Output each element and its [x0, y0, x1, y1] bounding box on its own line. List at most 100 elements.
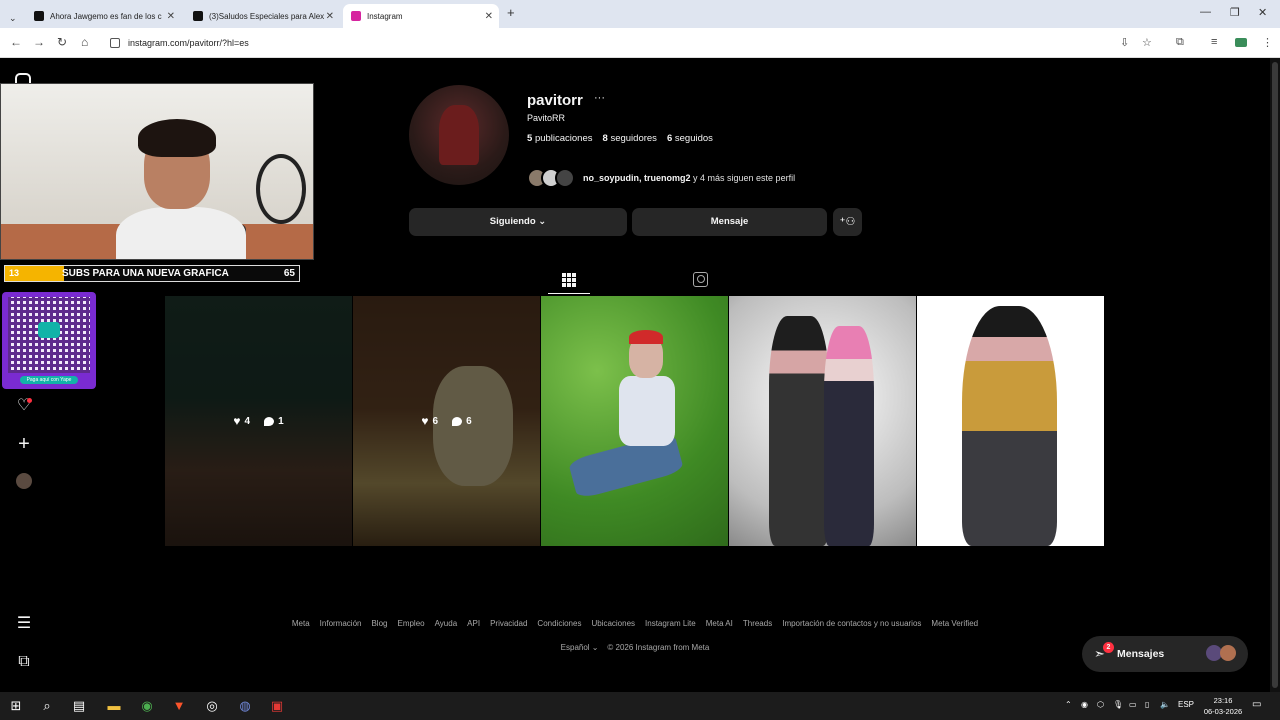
obs-icon[interactable]: ◎: [204, 698, 220, 714]
browser-tab-3[interactable]: Instagram ✕: [343, 4, 499, 28]
media-icon[interactable]: ≡: [1211, 36, 1217, 48]
network-icon[interactable]: ▭: [1129, 700, 1137, 709]
profile-options-icon[interactable]: ···: [594, 92, 605, 104]
tray-app-icon[interactable]: ⬡: [1097, 700, 1104, 709]
footer-link[interactable]: Ubicaciones: [591, 619, 635, 628]
site-info-icon[interactable]: [110, 38, 120, 48]
battery-icon[interactable]: ▯: [1145, 700, 1149, 709]
comments-count: 6: [466, 415, 472, 427]
install-app-icon[interactable]: ⇩: [1120, 36, 1129, 49]
create-plus-icon[interactable]: +: [15, 434, 33, 454]
search-icon[interactable]: ⌕: [39, 698, 55, 714]
profile-full-name: PavitoRR: [527, 113, 566, 123]
posts-grid-icon[interactable]: [562, 273, 576, 287]
threads-apps-icon[interactable]: ⧉: [15, 653, 33, 671]
forward-icon[interactable]: →: [33, 35, 45, 49]
close-tab-icon[interactable]: ✕: [326, 11, 334, 22]
clock-date: 06-03-2026: [1203, 707, 1243, 716]
comment-icon: [264, 416, 275, 426]
language-indicator[interactable]: ESP: [1178, 700, 1194, 709]
minimize-icon[interactable]: —: [1200, 6, 1211, 18]
menu-icon[interactable]: ⋮: [1262, 36, 1273, 49]
scrollbar[interactable]: [1270, 58, 1280, 692]
windows-taskbar: ⊞ ⌕ ▤ ▬ ◉ ▼ ◎ ◍ ▣ ⌃ ◉ ⬡ 🎙 ▭ ▯ 🔈 ESP 23:1…: [0, 692, 1280, 720]
cam-exercise-bike: [256, 154, 306, 224]
extensions-icon[interactable]: ⧉: [1176, 36, 1184, 49]
tray-app-icon[interactable]: ◉: [1081, 700, 1088, 709]
footer-link[interactable]: Meta Verified: [931, 619, 978, 628]
cam-shirt: [116, 207, 246, 259]
profile-icon[interactable]: [1235, 38, 1247, 47]
notifications-icon[interactable]: ▭: [1252, 699, 1261, 710]
new-tab-icon[interactable]: +: [507, 5, 515, 20]
home-icon[interactable]: ⌂: [81, 35, 88, 49]
tagged-icon[interactable]: [693, 272, 708, 287]
post-likes: ♥ 6: [421, 414, 438, 428]
footer-link[interactable]: Meta: [292, 619, 310, 628]
close-window-icon[interactable]: ✕: [1258, 6, 1267, 19]
footer-link[interactable]: Información: [320, 619, 362, 628]
bookmark-star-icon[interactable]: ☆: [1142, 36, 1152, 49]
post-2[interactable]: ♥ 6 6: [353, 296, 540, 546]
heart-icon: ♥: [233, 414, 241, 428]
post-3[interactable]: [541, 296, 728, 546]
instagram-icon: [351, 11, 361, 21]
url-field[interactable]: instagram.com/pavitorr/?hl=es: [104, 33, 1104, 53]
followers-count: 8: [602, 133, 608, 144]
brave-icon[interactable]: ▼: [171, 698, 187, 714]
followed-by-text: no_soypudin, truenomg2 y 4 más siguen es…: [583, 173, 795, 183]
language-select[interactable]: Español ⌄: [561, 643, 599, 652]
footer-link[interactable]: Importación de contactos y no usuarios: [782, 619, 921, 628]
app-icon[interactable]: ▣: [269, 698, 285, 714]
task-view-icon[interactable]: ▤: [71, 698, 87, 714]
microphone-icon[interactable]: 🎙: [1113, 700, 1123, 709]
chat-avatar: [1220, 645, 1236, 661]
clock[interactable]: 23:16 06-03-2026: [1200, 695, 1246, 717]
footer-link[interactable]: Meta AI: [706, 619, 733, 628]
tray-chevron-icon[interactable]: ⌃: [1065, 700, 1072, 709]
footer-link[interactable]: Ayuda: [435, 619, 458, 628]
close-tab-icon[interactable]: ✕: [485, 11, 493, 22]
browser-tab-bar: ⌄ Ahora Jawgemo es fan de los c ✕ (3)Sal…: [0, 0, 1280, 28]
sub-goal-text: SUBS PARA UNA NUEVA GRAFICA: [62, 268, 229, 279]
clock-time: 23:16: [1213, 696, 1233, 705]
windows-start-icon[interactable]: ⊞: [8, 698, 24, 714]
back-icon[interactable]: ←: [10, 35, 22, 49]
footer-link[interactable]: Empleo: [397, 619, 424, 628]
post-4[interactable]: [729, 296, 916, 546]
volume-icon[interactable]: 🔈: [1160, 700, 1170, 709]
post-1[interactable]: ♥ 4 1: [165, 296, 352, 546]
tab-list-chevron-icon[interactable]: ⌄: [4, 6, 22, 30]
reload-icon[interactable]: ↻: [57, 35, 67, 49]
restore-icon[interactable]: ❐: [1230, 6, 1240, 19]
profile-avatar-icon[interactable]: [16, 473, 32, 489]
sub-goal-target: 65: [283, 268, 295, 279]
post-5[interactable]: [917, 296, 1104, 546]
posts-stat: 5 publicaciones: [527, 133, 593, 144]
chrome-icon[interactable]: ◉: [139, 698, 155, 714]
post-comments: 1: [264, 414, 284, 428]
add-user-icon[interactable]: ⁺⚇: [833, 208, 862, 236]
messages-button[interactable]: ➣ 2 Mensajes: [1082, 636, 1248, 672]
following-stat[interactable]: 6 seguidos: [667, 133, 713, 144]
message-button[interactable]: Mensaje: [632, 208, 827, 236]
close-tab-icon[interactable]: ✕: [167, 11, 175, 22]
footer-link[interactable]: Privacidad: [490, 619, 527, 628]
discord-icon[interactable]: ◍: [237, 698, 253, 714]
footer-links: Meta Información Blog Empleo Ayuda API Privaci…: [0, 619, 1270, 628]
footer-link[interactable]: Condiciones: [537, 619, 581, 628]
footer-link[interactable]: API: [467, 619, 480, 628]
footer-copyright-row: Español ⌄ © 2026 Instagram from Meta: [0, 643, 1270, 652]
footer-link[interactable]: Threads: [743, 619, 772, 628]
footer-link[interactable]: Blog: [371, 619, 387, 628]
followed-by[interactable]: no_soypudin, truenomg2 y 4 más siguen es…: [527, 168, 795, 188]
browser-tab-1[interactable]: Ahora Jawgemo es fan de los c ✕: [26, 4, 181, 28]
profile-picture[interactable]: [409, 85, 509, 185]
scrollbar-thumb[interactable]: [1272, 62, 1278, 688]
followed-by-rest: y 4 más siguen este perfil: [690, 173, 796, 183]
followers-stat[interactable]: 8 seguidores: [603, 133, 657, 144]
browser-tab-2[interactable]: (3)Saludos Especiales para Alex ✕: [185, 4, 340, 28]
following-button[interactable]: Siguiendo ⌄: [409, 208, 627, 236]
file-explorer-icon[interactable]: ▬: [106, 698, 122, 714]
footer-link[interactable]: Instagram Lite: [645, 619, 696, 628]
